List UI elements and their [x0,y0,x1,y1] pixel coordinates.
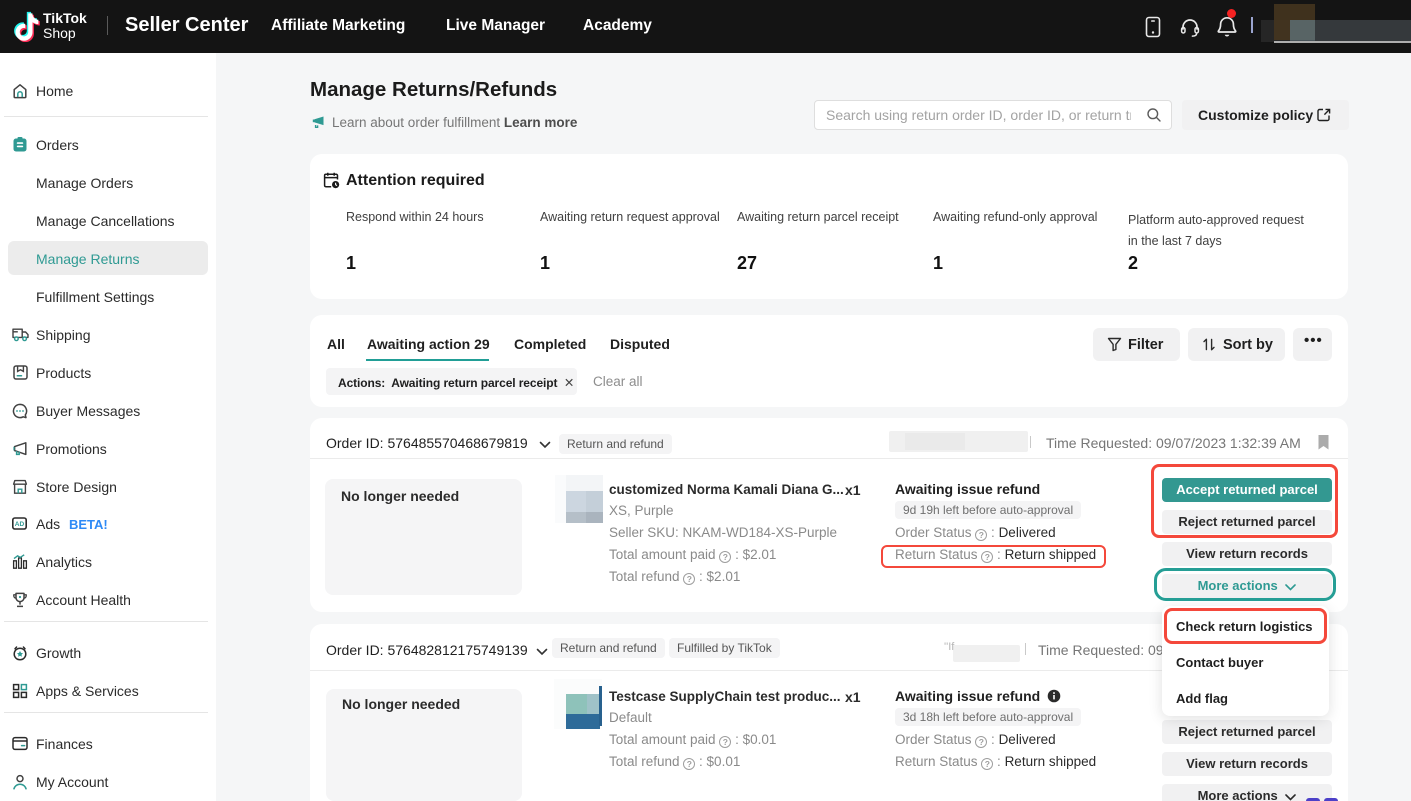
svg-text:AD: AD [15,521,25,528]
